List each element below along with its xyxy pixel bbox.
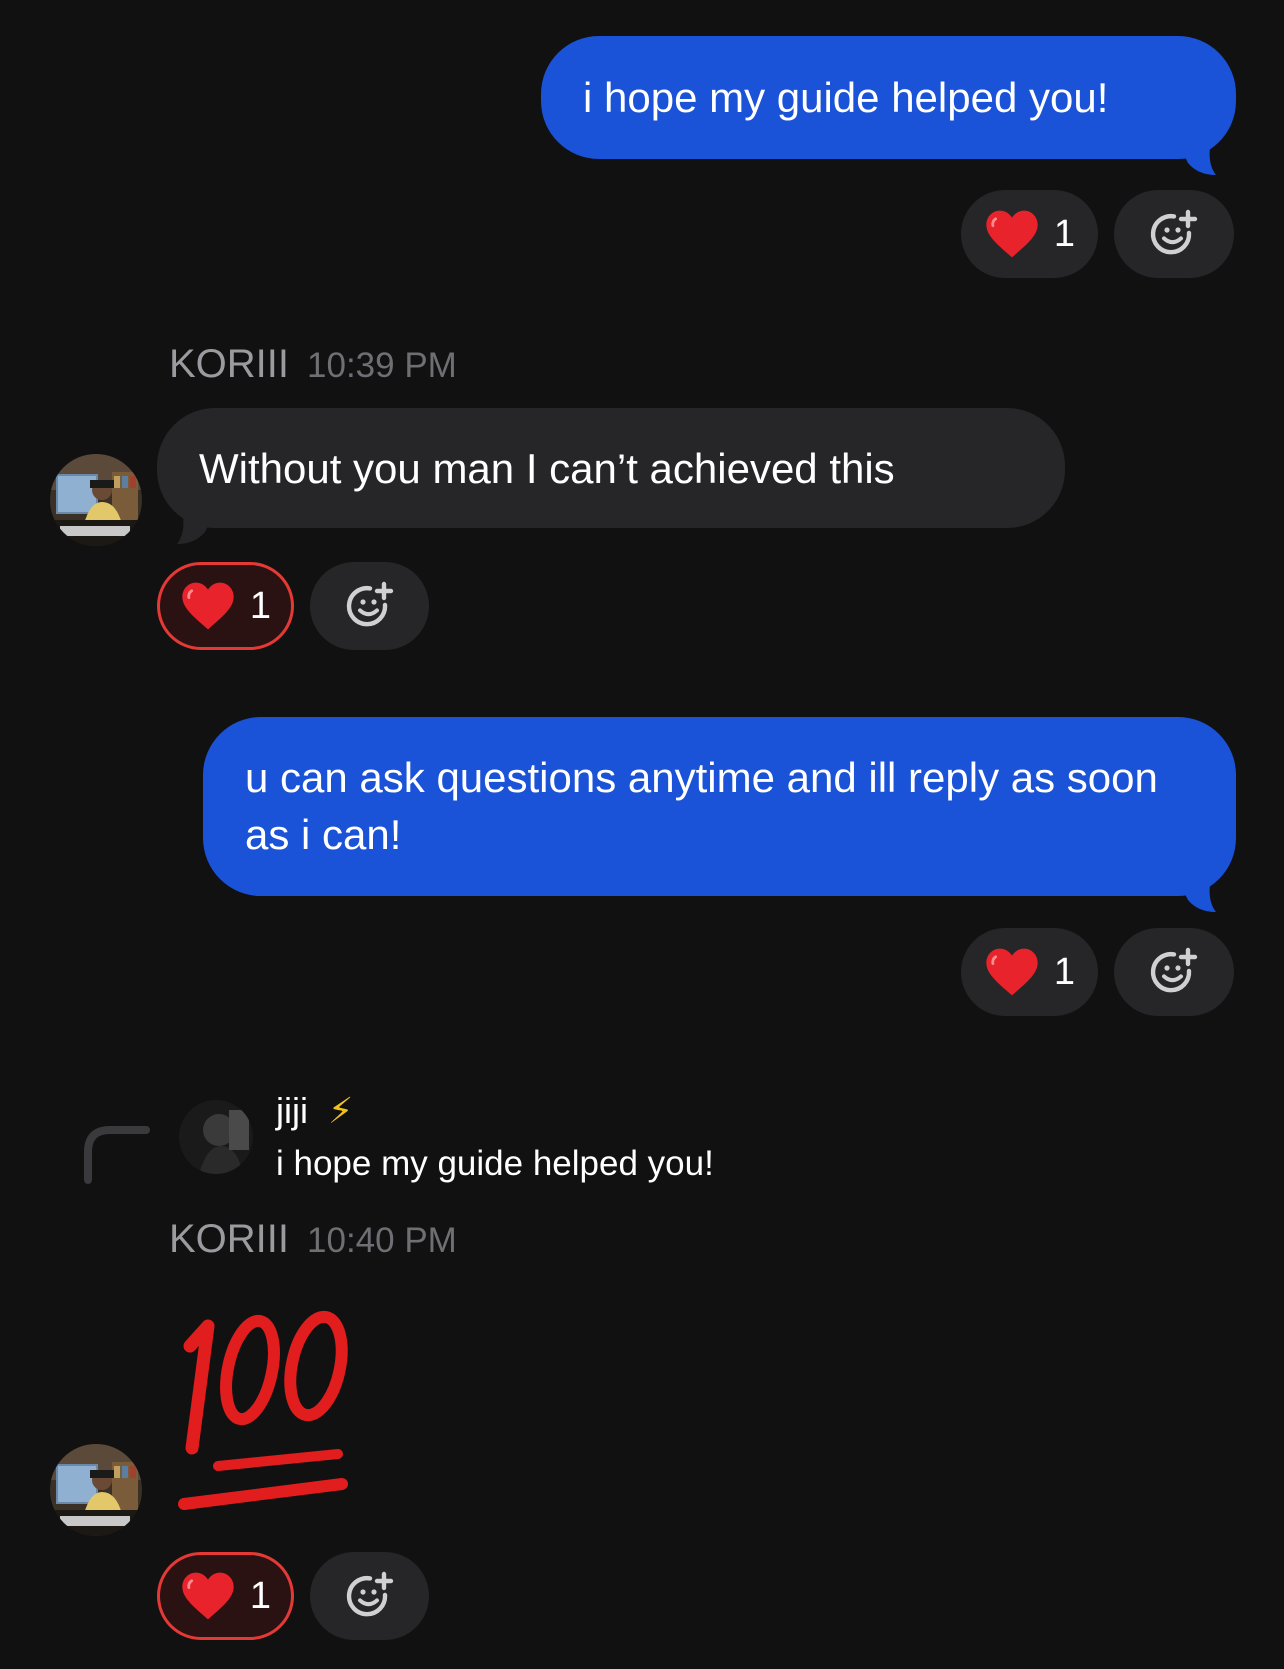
message-text: Without you man I can’t achieved this [199, 445, 895, 492]
avatar[interactable] [50, 454, 142, 546]
add-reaction-button[interactable] [310, 562, 429, 650]
hundred-points-emoji[interactable] [178, 1308, 368, 1516]
heart-icon [986, 948, 1038, 996]
reaction-heart[interactable]: 1 [157, 562, 294, 650]
reaction-heart[interactable]: 1 [961, 928, 1098, 1016]
bubble-tail [177, 516, 213, 544]
timestamp: 10:39 PM [307, 346, 457, 385]
message-bubble-outgoing[interactable]: u can ask questions anytime and ill repl… [203, 717, 1236, 912]
add-reaction-button[interactable] [1114, 190, 1234, 278]
message-text: u can ask questions anytime and ill repl… [245, 754, 1158, 858]
avatar[interactable] [50, 1444, 142, 1536]
reaction-count: 1 [249, 584, 272, 627]
timestamp: 10:40 PM [307, 1221, 457, 1260]
add-reaction-button[interactable] [1114, 928, 1234, 1016]
avatar-image [179, 1100, 253, 1174]
heart-icon [182, 582, 234, 630]
avatar-image [50, 1444, 142, 1536]
reaction-count: 1 [1053, 212, 1076, 255]
add-emoji-icon [346, 581, 393, 627]
heart-icon [182, 1572, 234, 1620]
heart-icon [986, 210, 1038, 258]
add-emoji-icon [1150, 947, 1198, 993]
reply-preview-text[interactable]: i hope my guide helped you! [276, 1144, 714, 1184]
add-emoji-icon [346, 1571, 393, 1617]
bubble-tail [1180, 147, 1216, 175]
message-bubble-incoming[interactable]: Without you man I can’t achieved this [157, 408, 1065, 544]
reaction-heart[interactable]: 1 [157, 1552, 294, 1640]
message-meta: KORIII 10:39 PM [169, 342, 457, 387]
reply-connector-icon [84, 1126, 150, 1184]
reaction-count: 1 [1053, 950, 1076, 993]
lightning-icon: ⚡ [328, 1090, 354, 1131]
reaction-heart[interactable]: 1 [961, 190, 1098, 278]
sender-name: KORIII [169, 1217, 290, 1261]
bubble-tail [1180, 884, 1216, 912]
avatar-image [50, 454, 142, 546]
reply-author: jiji ⚡ [276, 1090, 353, 1132]
message-bubble-outgoing[interactable]: i hope my guide helped you! [541, 36, 1236, 175]
add-reaction-button[interactable] [310, 1552, 429, 1640]
reply-author-name: jiji [276, 1090, 308, 1131]
chat-thread: i hope my guide helped you! 1 KORIII 10:3… [0, 0, 1284, 1669]
reply-avatar[interactable] [179, 1100, 253, 1174]
message-meta: KORIII 10:40 PM [169, 1217, 457, 1262]
sender-name: KORIII [169, 342, 290, 386]
add-emoji-icon [1150, 209, 1198, 255]
message-text: i hope my guide helped you! [583, 74, 1109, 121]
reaction-count: 1 [249, 1574, 272, 1617]
